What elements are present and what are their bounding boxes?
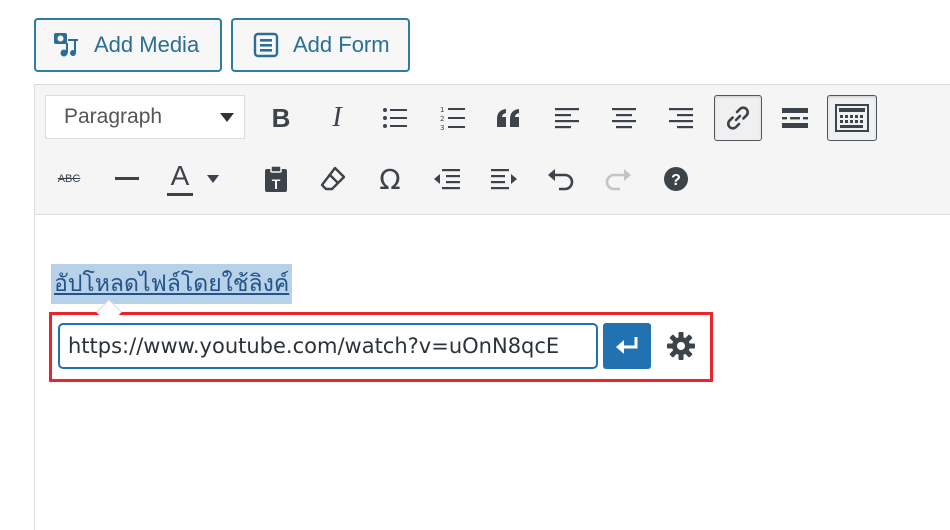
clear-formatting-button[interactable] [311, 157, 355, 201]
media-icon [52, 30, 82, 60]
align-center-icon [612, 108, 636, 129]
undo-icon [548, 169, 574, 191]
bullet-list-icon [383, 108, 407, 128]
url-input-value: https://www.youtube.com/watch?v=uOnN8qcE [68, 334, 560, 358]
italic-icon: I [332, 102, 342, 133]
format-select[interactable]: Paragraph [45, 95, 245, 139]
strikethrough-icon: ABC [57, 173, 81, 185]
paste-text-icon: T [265, 165, 287, 192]
horizontal-line-button[interactable] [105, 157, 149, 201]
read-more-button[interactable] [773, 96, 817, 140]
svg-text:?: ? [671, 172, 681, 189]
chevron-down-icon [220, 113, 234, 122]
add-form-label: Add Form [293, 32, 390, 57]
blockquote-icon [497, 109, 519, 127]
align-left-icon [555, 108, 579, 129]
italic-button[interactable]: I [315, 96, 359, 140]
blockquote-button[interactable] [487, 96, 531, 140]
add-media-button[interactable]: Add Media [34, 18, 222, 72]
form-icon [251, 30, 281, 60]
link-settings-button[interactable] [661, 325, 701, 367]
align-center-button[interactable] [602, 96, 646, 140]
svg-text:T: T [272, 176, 281, 192]
add-form-button[interactable]: Add Form [231, 18, 410, 72]
add-media-label: Add Media [94, 32, 200, 57]
toolbar-toggle-button[interactable] [827, 95, 877, 141]
horizontal-line-icon [115, 177, 139, 180]
outdent-icon [434, 169, 460, 190]
align-right-icon [669, 108, 693, 129]
editor-toolbar: Paragraph B I 1 2 3 ABC A T Ω ? [35, 85, 950, 215]
numbered-list-button[interactable]: 1 2 3 [431, 96, 475, 140]
enter-icon [616, 337, 638, 354]
format-select-value: Paragraph [64, 105, 163, 128]
read-more-icon [782, 108, 808, 128]
svg-text:2: 2 [440, 115, 444, 123]
special-character-icon: Ω [379, 162, 401, 196]
outdent-button[interactable] [425, 157, 469, 201]
paste-text-button[interactable]: T [254, 157, 298, 201]
link-icon [726, 106, 750, 130]
editor: Paragraph B I 1 2 3 ABC A T Ω ? อัปโหลดไ… [34, 84, 950, 530]
selected-text[interactable]: อัปโหลดไฟล์โดยใช้ลิงค์ [51, 264, 293, 304]
toolbar-toggle-icon [835, 104, 869, 132]
text-color-icon: A [167, 161, 193, 197]
help-button[interactable]: ? [654, 157, 698, 201]
numbered-list-icon: 1 2 3 [440, 106, 465, 131]
strikethrough-button[interactable]: ABC [47, 157, 91, 201]
insert-link-button[interactable] [714, 95, 762, 141]
redo-button [596, 157, 640, 201]
svg-text:1: 1 [440, 106, 444, 114]
undo-button[interactable] [539, 157, 583, 201]
indent-button[interactable] [482, 157, 526, 201]
align-left-button[interactable] [545, 96, 589, 140]
editor-page: Add Media Add Form Paragraph B I 1 2 3 A… [0, 0, 950, 530]
inline-link-popup: https://www.youtube.com/watch?v=uOnN8qcE [49, 299, 713, 382]
bullet-list-button[interactable] [373, 96, 417, 140]
redo-icon [605, 169, 631, 191]
editor-content[interactable]: อัปโหลดไฟล์โดยใช้ลิงค์ https://www.youtu… [35, 216, 950, 530]
url-input[interactable]: https://www.youtube.com/watch?v=uOnN8qcE [58, 323, 598, 369]
clear-formatting-icon [320, 166, 346, 191]
align-right-button[interactable] [659, 96, 703, 140]
gear-icon [667, 332, 695, 360]
apply-link-button[interactable] [603, 323, 651, 369]
indent-icon [491, 169, 517, 190]
text-color-button[interactable]: A [161, 157, 225, 201]
bold-button[interactable]: B [259, 96, 303, 140]
help-icon: ? [664, 167, 688, 191]
bold-icon: B [271, 102, 291, 133]
svg-text:3: 3 [440, 124, 444, 131]
special-character-button[interactable]: Ω [368, 157, 412, 201]
chevron-down-icon [207, 175, 219, 183]
